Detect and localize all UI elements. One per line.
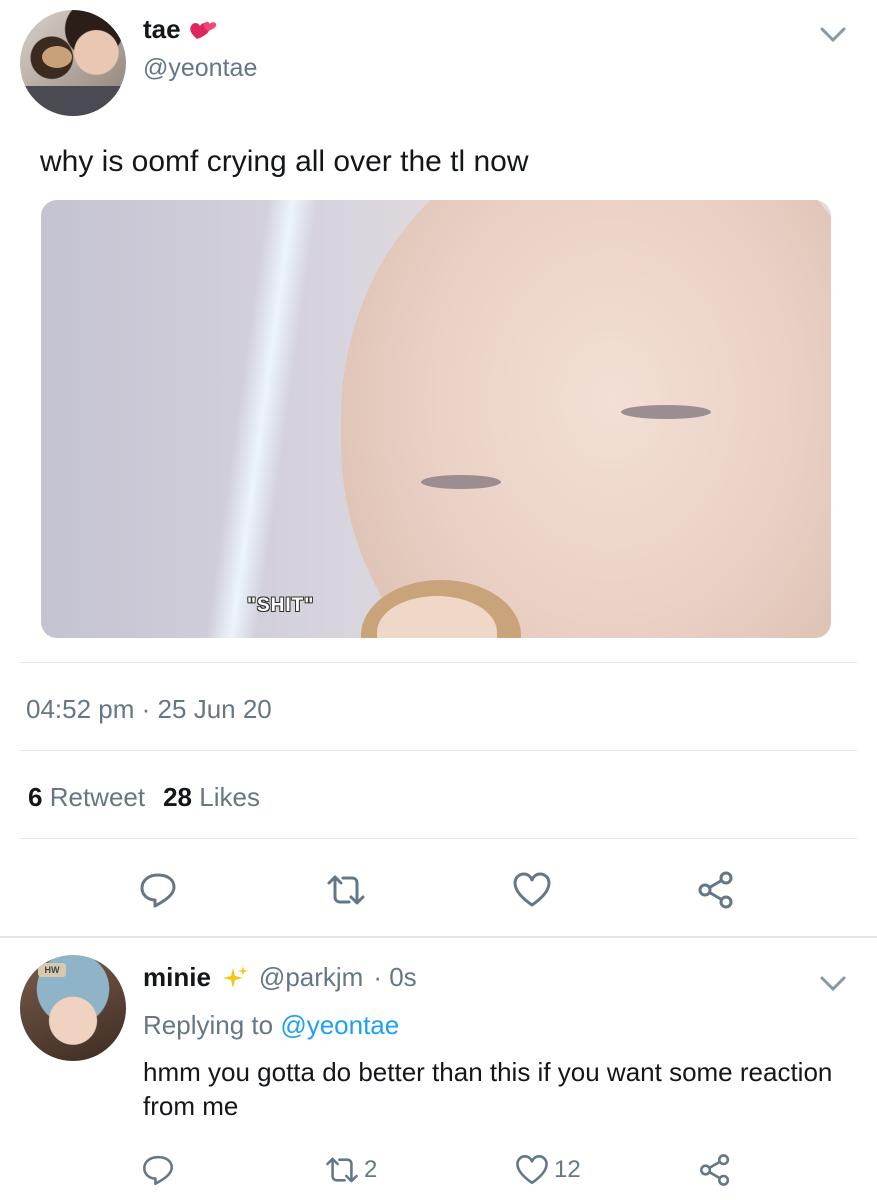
share-icon[interactable]: [697, 1150, 733, 1190]
like-stat[interactable]: 28 Likes: [163, 782, 260, 813]
tweet-media-image[interactable]: "SHIT": [41, 200, 831, 638]
avatar-shirt: [20, 86, 126, 116]
thread-divider: [0, 936, 877, 938]
reply-retweet-count: 2: [364, 1156, 378, 1183]
like-label: Likes: [199, 782, 260, 812]
user-avatar[interactable]: [20, 10, 126, 116]
chevron-down-icon[interactable]: [819, 26, 847, 44]
chevron-down-icon[interactable]: [819, 975, 847, 993]
reply-handle[interactable]: @parkjm: [259, 962, 363, 993]
avatar-badge: HW: [38, 963, 66, 977]
face-eye-right: [621, 405, 711, 419]
light-beam: [206, 200, 318, 638]
face-eye-left: [421, 475, 501, 489]
reply-display-name[interactable]: minie: [143, 962, 211, 993]
reply-action-bar: 2 12: [0, 1150, 877, 1194]
two-hearts-icon: [189, 17, 217, 43]
like-count: 28: [163, 782, 193, 812]
divider: [20, 750, 857, 751]
replying-to-mention[interactable]: @yeontae: [280, 1010, 399, 1040]
tweet-stats: 6 Retweet 28 Likes: [28, 782, 260, 813]
timestamp-separator: ·: [141, 694, 151, 724]
tweet-date: 25 Jun 20: [157, 694, 272, 724]
closeup-face: [341, 200, 831, 638]
share-icon[interactable]: [694, 868, 738, 912]
reply-icon[interactable]: [136, 868, 180, 912]
retweet-stat[interactable]: 6 Retweet: [28, 782, 145, 813]
retweet-icon: [326, 1157, 358, 1183]
like-button[interactable]: 12: [514, 1150, 581, 1190]
tweet-action-bar: [0, 860, 877, 920]
reply-text: hmm you gotta do better than this if you…: [143, 1057, 833, 1121]
like-icon[interactable]: [510, 868, 554, 912]
sparkles-icon: [221, 964, 249, 992]
divider: [20, 838, 857, 839]
dog-face: [42, 46, 72, 68]
tweet-timestamp[interactable]: 04:52 pm · 25 Jun 20: [26, 694, 272, 725]
author-name-row: tae: [143, 14, 217, 45]
author-handle[interactable]: @yeontae: [143, 54, 257, 83]
replying-prefix: Replying to: [143, 1010, 274, 1040]
main-tweet: tae @yeontae why is oomf crying all over…: [0, 0, 877, 937]
reply-header: minie @parkjm · 0s: [143, 962, 417, 993]
person-figure: [361, 580, 661, 638]
reply-age: · 0s: [373, 962, 417, 992]
reply-user-avatar[interactable]: HW: [20, 955, 126, 1061]
reply-icon[interactable]: [140, 1150, 176, 1190]
author-display-name[interactable]: tae: [143, 14, 181, 45]
tweet-time: 04:52 pm: [26, 694, 135, 724]
retweet-label: Retweet: [49, 782, 146, 812]
retweet-icon[interactable]: [324, 868, 368, 912]
like-icon: [516, 1155, 548, 1185]
retweet-button[interactable]: 2: [324, 1150, 377, 1190]
divider: [20, 662, 857, 663]
tweet-text: why is oomf crying all over the tl now: [40, 145, 529, 178]
retweet-count: 6: [28, 782, 43, 812]
media-subtitle: "SHIT": [247, 595, 315, 616]
reply-like-count: 12: [554, 1156, 581, 1183]
replying-to: Replying to @yeontae: [143, 1010, 399, 1041]
